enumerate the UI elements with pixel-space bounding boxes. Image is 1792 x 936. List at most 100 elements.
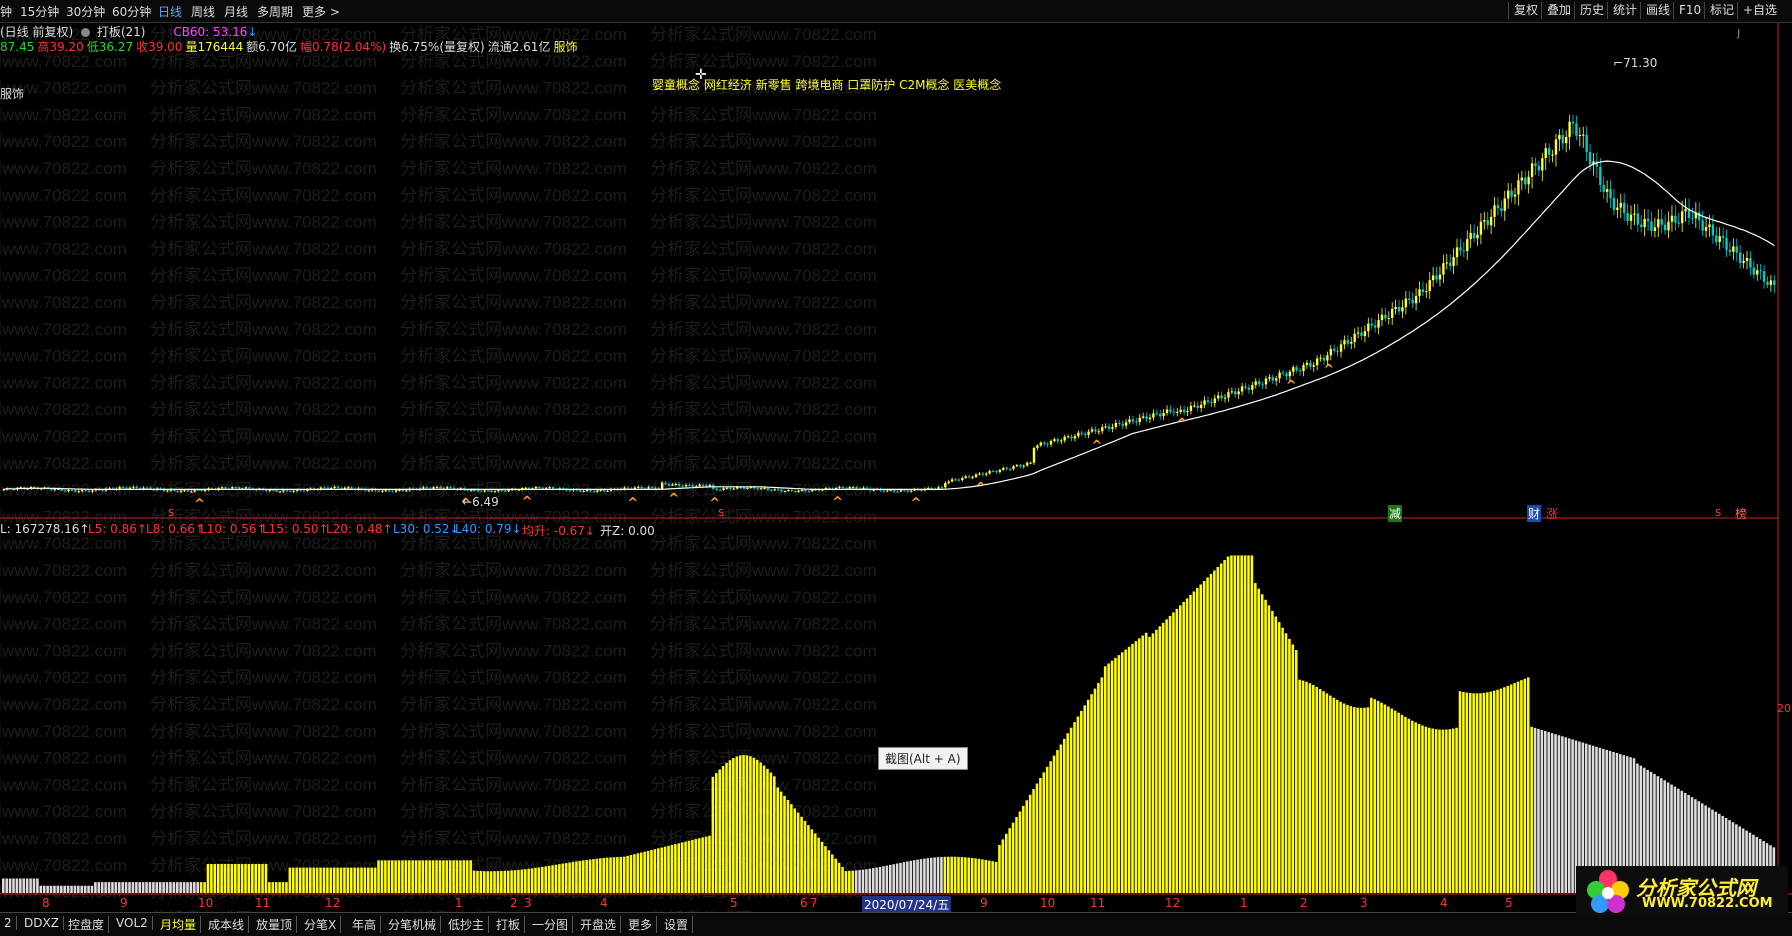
candle-body	[244, 487, 248, 489]
indicator-tab[interactable]: 设置	[660, 916, 694, 933]
event-mark[interactable]: 涨	[1546, 505, 1558, 522]
volume-bar	[1380, 702, 1383, 893]
period-multi[interactable]: 多周期	[257, 3, 293, 20]
high-price-label: ⌐71.30	[1613, 56, 1658, 70]
period-15min[interactable]: 15分钟	[20, 3, 59, 20]
volume-bar	[1315, 686, 1319, 893]
stats-button[interactable]: 统计	[1607, 2, 1642, 19]
indicator-tab[interactable]: 年高	[348, 916, 382, 933]
period-30min[interactable]: 30分钟	[66, 3, 105, 20]
watermark-text: 分析家公式网www.70822.com	[650, 427, 877, 446]
candle-body	[425, 487, 428, 489]
volume-bar	[561, 863, 565, 893]
indicator-tab[interactable]: 分笔机械	[384, 916, 442, 933]
event-mark[interactable]: 财	[1527, 505, 1542, 522]
settings-icon[interactable]	[81, 28, 91, 37]
volume-bar	[882, 866, 885, 893]
watermark-text: 分析家公式网www.70822.com	[650, 454, 877, 473]
candle-body	[394, 490, 398, 492]
period-1min[interactable]: 钟	[0, 3, 12, 20]
candle-body	[1210, 401, 1213, 404]
indicator-tabs: 2 DDXZ 控盘度 VOL2 月均量 成本线 放量顶 分笔X 年高 分笔机械 低抄主 打板 一分图 开盘…	[0, 912, 1792, 936]
indicator-tab[interactable]: 分笔X	[300, 916, 342, 933]
candle-body	[1036, 445, 1039, 448]
volume-bar	[1209, 573, 1213, 893]
volume-bar	[1489, 691, 1492, 893]
indicator-tab[interactable]: 开盘选	[576, 916, 622, 933]
candle-body	[1476, 234, 1479, 239]
buy-signal-icon: ^	[1091, 438, 1102, 453]
candle-body	[954, 479, 957, 481]
candle-body	[1295, 367, 1298, 371]
watermark-text: 分析家公式网www.70822.com	[150, 615, 377, 634]
volume-bar	[455, 860, 459, 893]
indicator-tab[interactable]: 更多	[624, 916, 658, 933]
candle-body	[1442, 263, 1445, 275]
indicator-tab[interactable]: 2	[0, 916, 17, 930]
candle-body	[1165, 409, 1169, 414]
indicator-tab[interactable]: 成本线	[204, 916, 250, 933]
board-label[interactable]: 打板(21)	[97, 25, 146, 39]
volume-bar	[544, 866, 547, 893]
candle-body	[74, 490, 77, 492]
watermark-text: 分析家公式网www.70822.com	[400, 105, 627, 124]
indicator-tab[interactable]: 低抄主	[444, 916, 490, 933]
adjust-button[interactable]: 复权	[1508, 2, 1543, 19]
watermark-text: 分析家公式网www.70822.com	[400, 588, 627, 607]
indicator-tab[interactable]: 月均量	[156, 916, 202, 933]
indicator-tab[interactable]: VOL2	[112, 916, 153, 930]
indicator-tab[interactable]: 打板	[492, 916, 526, 933]
volume-bar	[936, 857, 940, 893]
watermark-text: 分析家公式网www.70822.com	[150, 293, 377, 312]
indicator-tab[interactable]: DDXZ	[20, 916, 64, 930]
volume-bar	[636, 853, 640, 893]
candle-body	[1384, 314, 1387, 319]
watermark-text: 分析家公式网www.70822.com	[150, 668, 377, 687]
volume-bar	[203, 882, 206, 893]
draw-button[interactable]: 画线	[1640, 2, 1675, 19]
volume-bar	[148, 882, 152, 893]
candle-body	[323, 487, 326, 489]
f10-button[interactable]: F10	[1673, 2, 1706, 19]
volume-bar	[145, 882, 148, 893]
candle-body	[1749, 258, 1752, 268]
period-60min[interactable]: 60分钟	[112, 3, 151, 20]
indicator-value: L8: 0.66↑	[146, 522, 205, 536]
volume-bar	[295, 867, 298, 893]
event-mark[interactable]: s	[1715, 505, 1721, 519]
watermark-text: 分析家公式网www.70822.com	[650, 239, 877, 258]
volume-bar	[902, 862, 906, 893]
add-watchlist-button[interactable]: +自选	[1737, 2, 1782, 19]
indicator-tab[interactable]: 控盘度	[64, 916, 110, 933]
candle-body	[899, 490, 903, 492]
volume-bar	[1458, 691, 1462, 893]
candle-body	[1616, 207, 1619, 211]
event-mark[interactable]: s	[168, 505, 174, 519]
screenshot-tooltip: 截图(Alt + A)	[878, 747, 968, 770]
candle-body	[1397, 306, 1401, 312]
watermark-text: 分析家公式网www.70822.com	[650, 25, 877, 44]
candle-body	[674, 484, 677, 486]
overlay-button[interactable]: 叠加	[1541, 2, 1576, 19]
indicator-tab[interactable]: 放量顶	[252, 916, 298, 933]
candle-body	[1145, 416, 1148, 420]
indicator-tab[interactable]: 一分图	[528, 916, 574, 933]
mark-button[interactable]: 标记	[1704, 2, 1739, 19]
volume-bar	[868, 868, 872, 893]
event-mark[interactable]: s	[718, 505, 724, 519]
period-more[interactable]: 更多 >	[302, 3, 340, 20]
event-mark[interactable]: 减	[1388, 505, 1403, 522]
period-monthly[interactable]: 月线	[224, 3, 248, 20]
event-mark[interactable]: 榜	[1735, 505, 1747, 522]
candle-body	[405, 490, 408, 492]
period-daily[interactable]: 日线	[158, 3, 182, 20]
candle-body	[1588, 151, 1592, 165]
history-button[interactable]: 历史	[1574, 2, 1609, 19]
candle-body	[1148, 417, 1152, 420]
period-weekly[interactable]: 周线	[191, 3, 215, 20]
candle-body	[1626, 212, 1629, 221]
chart-canvas[interactable]: 分析家公式网www.70822.com 分析家公式网www.70822.com 分析…	[0, 0, 1792, 935]
candle-body	[828, 487, 831, 489]
panel-collapse-icon[interactable]: ȷ	[1737, 25, 1740, 39]
candle-body	[1240, 386, 1244, 392]
